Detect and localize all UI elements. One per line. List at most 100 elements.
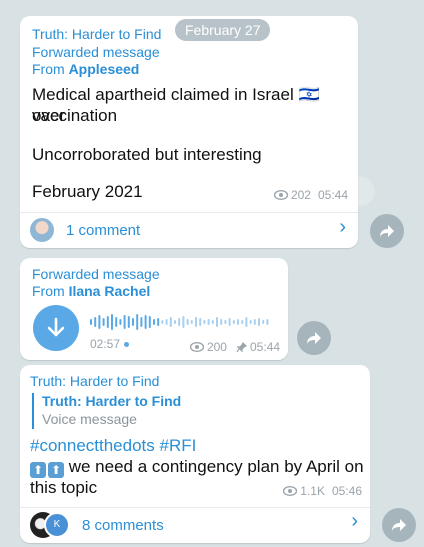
unplayed-dot-icon	[124, 341, 130, 347]
message-meta: 1.1K 05:46	[283, 484, 362, 498]
view-count: 200	[206, 340, 227, 354]
voice-download-button[interactable]	[33, 305, 79, 351]
message-time: 05:46	[331, 484, 362, 498]
eye-icon	[283, 486, 298, 496]
share-button[interactable]	[382, 508, 416, 542]
forwarded-from[interactable]: From Appleseed	[32, 61, 139, 78]
waveform-bar	[111, 314, 113, 330]
message-text-line2: this topic	[30, 478, 98, 497]
waveform-bar	[115, 317, 118, 327]
message-bubble-2[interactable]: Forwarded message From Ilana Rachel 02:5…	[20, 258, 288, 360]
share-arrow-icon	[392, 519, 406, 531]
pin-icon	[236, 341, 247, 352]
message-bubble-3[interactable]: Truth: Harder to Find Truth: Harder to F…	[20, 365, 370, 543]
waveform-bar	[178, 318, 181, 326]
waveform-bar	[253, 319, 256, 325]
comments-button[interactable]: K 8 comments	[30, 512, 164, 538]
up-arrow-icon: ⬆	[30, 462, 46, 478]
waveform-bar	[211, 320, 214, 324]
waveform-bar	[241, 320, 244, 324]
text-line: we need a contingency plan by April on	[64, 457, 364, 476]
waveform-bar	[186, 319, 189, 325]
waveform-bar	[266, 319, 269, 325]
waveform-bar	[228, 318, 231, 326]
waveform-bar	[203, 320, 206, 324]
comments-button[interactable]: 1 comment	[30, 218, 140, 242]
avatar	[30, 218, 54, 242]
message-time: 05:44	[249, 340, 280, 354]
chevron-right-icon[interactable]: ›	[351, 510, 358, 533]
hashtags[interactable]: #connectthedots #RFI	[30, 435, 196, 456]
waveform-bar	[136, 314, 139, 330]
forwarded-label: Forwarded message	[32, 266, 160, 282]
message-text-line3: Uncorroborated but interesting	[32, 145, 262, 164]
share-arrow-icon	[307, 332, 321, 344]
view-count: 1.1K	[300, 484, 325, 498]
date-pill: February 27	[175, 19, 271, 41]
text-line: Medical apartheid claimed in Israel	[32, 85, 294, 104]
reply-text: Voice message	[42, 411, 137, 427]
voice-waveform[interactable]	[90, 313, 272, 331]
waveform-bar	[258, 318, 260, 326]
waveform-bar	[237, 319, 239, 325]
waveform-bar	[169, 317, 172, 327]
waveform-bar	[148, 316, 151, 328]
from-name[interactable]: Appleseed	[69, 61, 140, 77]
waveform-bar	[94, 317, 97, 327]
comments-count: 8 comments	[82, 516, 164, 534]
channel-name[interactable]: Truth: Harder to Find	[30, 373, 159, 389]
waveform-bar	[153, 319, 155, 325]
from-prefix: From	[32, 61, 69, 77]
waveform-bar	[90, 319, 92, 325]
waveform-bar	[157, 318, 160, 326]
waveform-bar	[123, 315, 126, 329]
waveform-bar	[140, 317, 143, 327]
from-name[interactable]: Ilana Rachel	[69, 283, 151, 299]
waveform-bar	[216, 317, 218, 327]
waveform-bar	[119, 319, 122, 325]
waveform-bar	[232, 320, 235, 324]
share-button[interactable]	[370, 214, 404, 248]
up-arrow-icon: ⬆	[48, 462, 64, 478]
download-arrow-icon	[47, 317, 65, 337]
voice-duration: 02:57	[90, 337, 130, 351]
forwarded-label: Forwarded message	[32, 44, 160, 60]
avatar-stack: K	[30, 512, 70, 538]
divider	[20, 507, 370, 508]
waveform-bar	[195, 317, 197, 327]
reply-preview[interactable]: Truth: Harder to Find Voice message	[32, 393, 181, 429]
message-meta: 202 05:44	[273, 188, 348, 202]
divider	[20, 212, 358, 213]
waveform-bar	[127, 316, 130, 328]
waveform-bar	[245, 317, 248, 327]
reply-channel: Truth: Harder to Find	[42, 393, 182, 409]
waveform-bar	[98, 315, 101, 329]
message-bubble-1[interactable]: Truth: Harder to Find Forwarded message …	[20, 16, 358, 248]
message-text-line2: vaccination	[32, 106, 118, 125]
eye-icon	[273, 190, 288, 200]
channel-name[interactable]: Truth: Harder to Find	[32, 26, 161, 42]
message-meta: 200 05:44	[189, 340, 280, 354]
waveform-bar	[190, 320, 193, 324]
forwarded-from[interactable]: From Ilana Rachel	[32, 283, 150, 300]
waveform-bar	[102, 318, 105, 326]
waveform-bar	[161, 320, 164, 324]
waveform-bar	[144, 315, 147, 329]
waveform-bar	[165, 319, 168, 325]
message-time: 05:44	[317, 188, 348, 202]
share-button[interactable]	[297, 321, 331, 355]
view-count: 202	[290, 188, 311, 202]
waveform-bar	[199, 318, 202, 326]
waveform-bar	[249, 320, 252, 324]
israel-flag-icon: 🇮🇱	[298, 85, 320, 104]
chevron-right-icon[interactable]: ›	[339, 216, 346, 239]
waveform-bar	[174, 320, 176, 324]
from-prefix: From	[32, 283, 69, 299]
waveform-bar	[224, 320, 227, 324]
avatar: K	[44, 512, 70, 538]
waveform-bar	[106, 316, 109, 328]
waveform-bar	[262, 320, 265, 324]
waveform-bar	[220, 319, 223, 325]
waveform-bar	[182, 316, 185, 328]
comments-count: 1 comment	[66, 221, 141, 239]
